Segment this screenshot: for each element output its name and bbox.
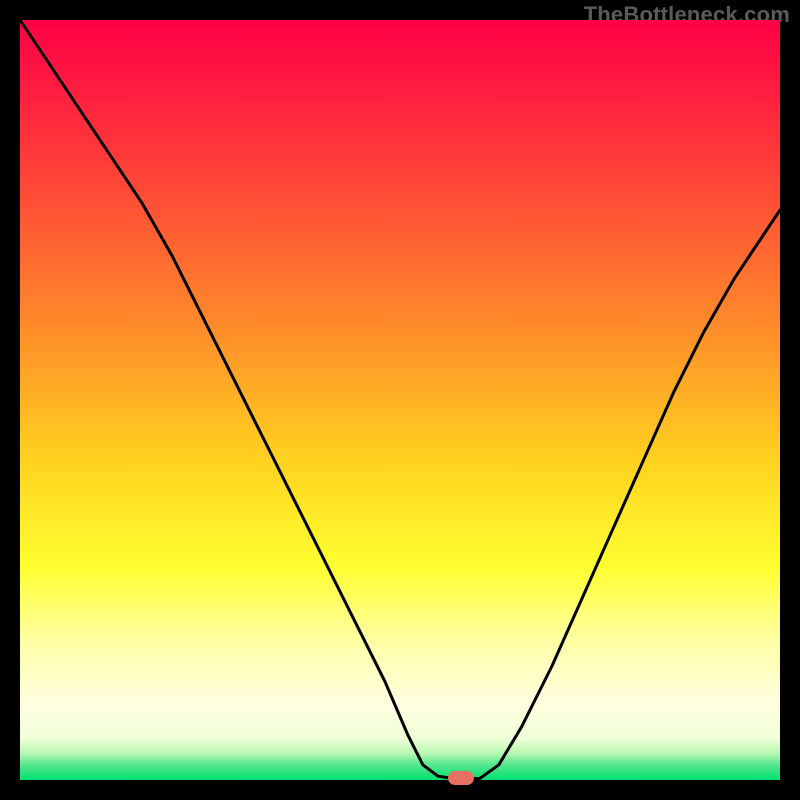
gradient-background xyxy=(20,20,780,780)
chart-frame: TheBottleneck.com xyxy=(0,0,800,800)
optimal-point-marker xyxy=(448,771,474,785)
bottleneck-chart xyxy=(20,20,780,780)
